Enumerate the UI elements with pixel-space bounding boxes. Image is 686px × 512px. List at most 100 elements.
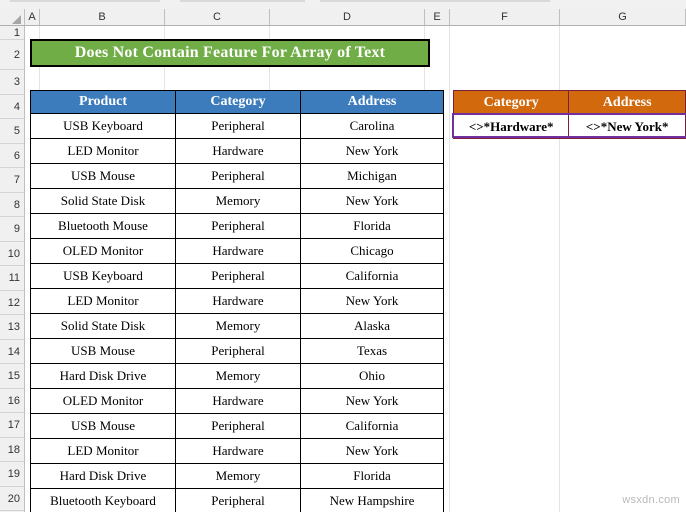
- row-header-19[interactable]: 19: [0, 462, 24, 487]
- cell-product[interactable]: LED Monitor: [30, 288, 176, 314]
- cell-address[interactable]: Carolina: [300, 113, 444, 139]
- cell-product[interactable]: USB Keyboard: [30, 113, 176, 139]
- cell-address[interactable]: Michigan: [300, 163, 444, 189]
- row-header-2[interactable]: 2: [0, 40, 24, 70]
- criteria-column-header-category[interactable]: Category: [452, 90, 570, 115]
- row-header-9[interactable]: 9: [0, 217, 24, 242]
- cell-category[interactable]: Peripheral: [175, 263, 301, 289]
- cell-category[interactable]: Hardware: [175, 438, 301, 464]
- row-header-13[interactable]: 13: [0, 315, 24, 340]
- main-column-header-category[interactable]: Category: [175, 90, 301, 114]
- cell-product[interactable]: USB Mouse: [30, 413, 176, 439]
- cell-product[interactable]: Solid State Disk: [30, 313, 176, 339]
- cell-category[interactable]: Peripheral: [175, 113, 301, 139]
- cell-product[interactable]: USB Mouse: [30, 163, 176, 189]
- cell-product[interactable]: Hard Disk Drive: [30, 363, 176, 389]
- cell-address[interactable]: California: [300, 263, 444, 289]
- criteria-value-address[interactable]: <>*New York*: [568, 114, 686, 139]
- row-header-4[interactable]: 4: [0, 95, 24, 119]
- cell-address[interactable]: Florida: [300, 463, 444, 489]
- cell-address[interactable]: Ohio: [300, 363, 444, 389]
- cell-address[interactable]: Chicago: [300, 238, 444, 264]
- cell-address[interactable]: New York: [300, 188, 444, 214]
- cell-product[interactable]: LED Monitor: [30, 138, 176, 164]
- cell-product[interactable]: OLED Monitor: [30, 388, 176, 414]
- cell-category[interactable]: Hardware: [175, 288, 301, 314]
- table-row: USB Keyboard Peripheral Carolina: [30, 113, 444, 139]
- cell-address[interactable]: Florida: [300, 213, 444, 239]
- cell-product[interactable]: Bluetooth Mouse: [30, 213, 176, 239]
- row-header-3[interactable]: 3: [0, 70, 24, 95]
- cell-product[interactable]: USB Mouse: [30, 338, 176, 364]
- column-header-a[interactable]: A: [25, 9, 40, 25]
- row-header-5[interactable]: 5: [0, 119, 24, 144]
- cell-category[interactable]: Memory: [175, 313, 301, 339]
- column-header-f[interactable]: F: [450, 9, 560, 25]
- row-header-11[interactable]: 11: [0, 266, 24, 291]
- watermark: wsxdn.com: [622, 494, 680, 506]
- cell-category[interactable]: Peripheral: [175, 413, 301, 439]
- row-header-8[interactable]: 8: [0, 193, 24, 217]
- main-column-header-address[interactable]: Address: [300, 90, 444, 114]
- row-header-18[interactable]: 18: [0, 438, 24, 462]
- cell-address[interactable]: Alaska: [300, 313, 444, 339]
- row-header-7[interactable]: 7: [0, 168, 24, 193]
- column-header-e[interactable]: E: [425, 9, 450, 25]
- criteria-value-row: <>*Hardware* <>*New York*: [452, 114, 686, 139]
- column-header-d[interactable]: D: [270, 9, 425, 25]
- cell-product[interactable]: OLED Monitor: [30, 238, 176, 264]
- cell-address[interactable]: New York: [300, 138, 444, 164]
- table-row: OLED Monitor Hardware Chicago: [30, 238, 444, 264]
- table-row: Bluetooth Mouse Peripheral Florida: [30, 213, 444, 239]
- sheet-grid[interactable]: Does Not Contain Feature For Array of Te…: [25, 26, 686, 512]
- row-header-10[interactable]: 10: [0, 242, 24, 266]
- cell-product[interactable]: LED Monitor: [30, 438, 176, 464]
- criteria-column-header-address[interactable]: Address: [568, 90, 686, 115]
- criteria-value-category[interactable]: <>*Hardware*: [452, 114, 570, 139]
- row-header-17[interactable]: 17: [0, 413, 24, 438]
- cell-category[interactable]: Peripheral: [175, 488, 301, 512]
- table-row: Solid State Disk Memory New York: [30, 188, 444, 214]
- column-header-b[interactable]: B: [40, 9, 165, 25]
- table-row: LED Monitor Hardware New York: [30, 438, 444, 464]
- cell-product[interactable]: USB Keyboard: [30, 263, 176, 289]
- cell-category[interactable]: Hardware: [175, 238, 301, 264]
- row-header-12[interactable]: 12: [0, 291, 24, 315]
- cell-product[interactable]: Hard Disk Drive: [30, 463, 176, 489]
- select-all-triangle-icon: [12, 15, 21, 24]
- cell-address[interactable]: Texas: [300, 338, 444, 364]
- cell-product[interactable]: Solid State Disk: [30, 188, 176, 214]
- select-all-corner[interactable]: [0, 9, 25, 25]
- cell-address[interactable]: New Hampshire: [300, 488, 444, 512]
- row-header-20[interactable]: 20: [0, 487, 24, 511]
- cell-category[interactable]: Memory: [175, 188, 301, 214]
- row-header-16[interactable]: 16: [0, 389, 24, 413]
- cell-category[interactable]: Peripheral: [175, 338, 301, 364]
- column-header-c[interactable]: C: [165, 9, 270, 25]
- cell-category[interactable]: Peripheral: [175, 163, 301, 189]
- cell-category[interactable]: Hardware: [175, 388, 301, 414]
- cell-category[interactable]: Hardware: [175, 138, 301, 164]
- cell-address[interactable]: New York: [300, 438, 444, 464]
- cell-category[interactable]: Memory: [175, 363, 301, 389]
- cell-category[interactable]: Peripheral: [175, 213, 301, 239]
- table-row: OLED Monitor Hardware New York: [30, 388, 444, 414]
- toolbar-strip: [0, 0, 686, 9]
- column-header-g[interactable]: G: [560, 9, 686, 25]
- cell-address[interactable]: New York: [300, 388, 444, 414]
- main-data-table[interactable]: Product Category Address USB Keyboard Per…: [30, 90, 444, 512]
- row-header-6[interactable]: 6: [0, 144, 24, 168]
- table-row: USB Mouse Peripheral Michigan: [30, 163, 444, 189]
- cell-product[interactable]: Bluetooth Keyboard: [30, 488, 176, 512]
- cell-address[interactable]: New York: [300, 288, 444, 314]
- title-banner: Does Not Contain Feature For Array of Te…: [30, 39, 430, 67]
- main-column-header-product[interactable]: Product: [30, 90, 176, 114]
- row-header-14[interactable]: 14: [0, 340, 24, 364]
- cell-category[interactable]: Memory: [175, 463, 301, 489]
- row-header-1[interactable]: 1: [0, 26, 24, 40]
- criteria-table[interactable]: Category Address <>*Hardware* <>*New Yor…: [452, 90, 686, 139]
- cell-address[interactable]: California: [300, 413, 444, 439]
- toolbar-segment: [10, 0, 160, 2]
- row-header-15[interactable]: 15: [0, 364, 24, 389]
- toolbar-segment: [180, 0, 305, 2]
